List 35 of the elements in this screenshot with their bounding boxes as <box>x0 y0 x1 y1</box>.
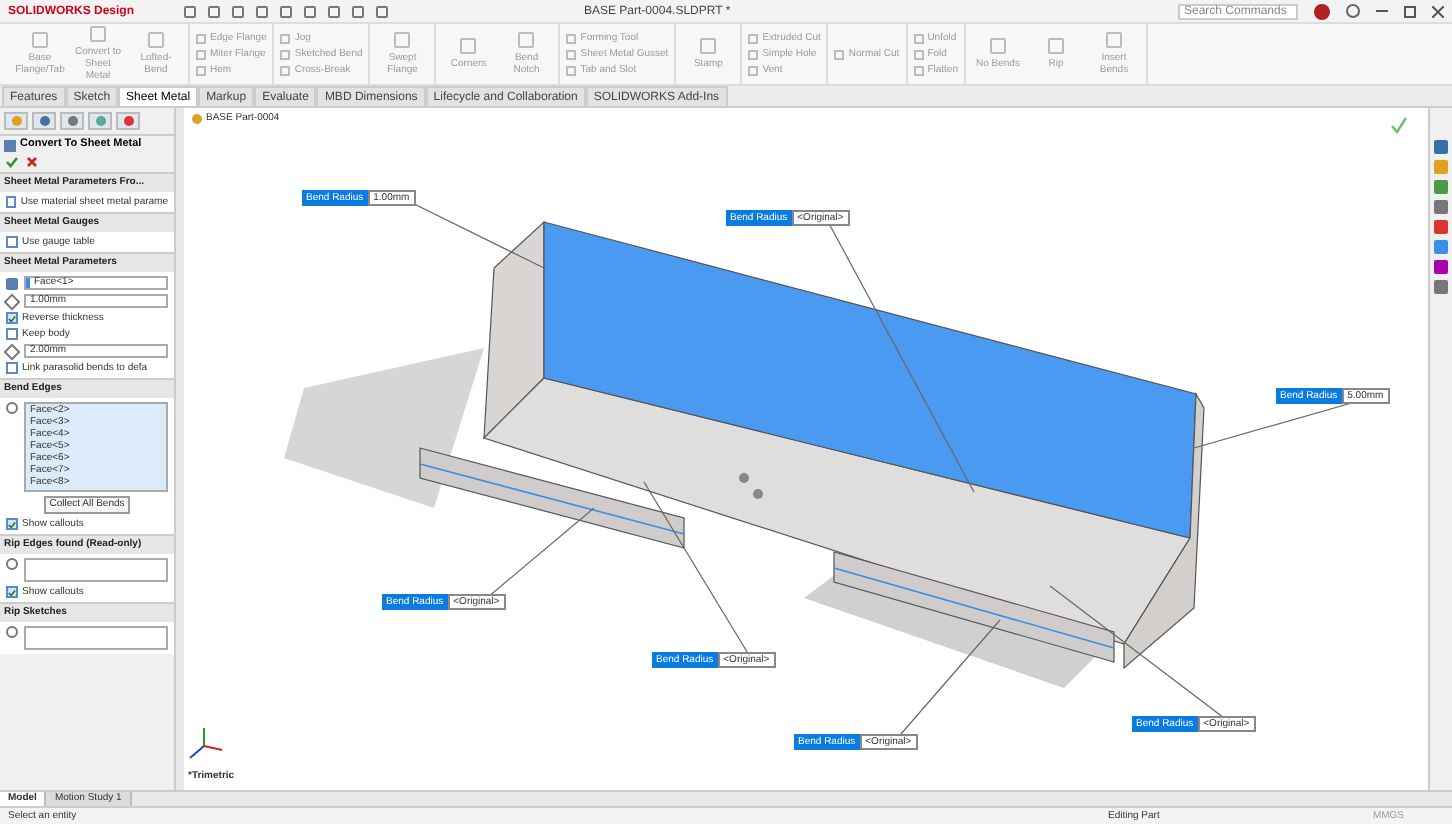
axis-triad-icon <box>188 726 224 762</box>
check-icon <box>8 587 16 597</box>
panel-tab-icon[interactable] <box>60 112 84 130</box>
tool-icon <box>148 31 164 48</box>
tool-icon <box>460 37 477 54</box>
tool-icon <box>394 31 411 48</box>
avatar[interactable] <box>1314 3 1330 19</box>
checkbox[interactable] <box>6 196 17 208</box>
checkbox[interactable] <box>6 312 18 324</box>
tool-icon <box>700 37 717 54</box>
tool-icon <box>834 49 845 59</box>
close-icon[interactable] <box>1432 5 1444 17</box>
ok-icon[interactable] <box>1390 116 1408 134</box>
ok-icon[interactable] <box>6 156 18 168</box>
checkbox[interactable] <box>6 236 18 248</box>
tool-icon <box>32 31 48 48</box>
cancel-icon[interactable] <box>26 156 38 168</box>
maximize-icon[interactable] <box>1404 5 1416 17</box>
tool-icon <box>1047 37 1064 54</box>
checkbox[interactable] <box>6 518 18 530</box>
check-icon <box>8 313 16 323</box>
selection-list[interactable] <box>24 626 168 650</box>
panel-tab-icon[interactable] <box>88 112 112 130</box>
selection-list[interactable] <box>24 558 168 582</box>
checkbox[interactable] <box>6 362 18 374</box>
tool-icon <box>518 31 535 48</box>
panel-tab-icon[interactable] <box>116 112 140 130</box>
checkbox[interactable] <box>6 586 18 598</box>
checkbox[interactable] <box>6 328 18 340</box>
tool-icon <box>989 37 1006 54</box>
panel-tab-icon[interactable] <box>32 112 56 130</box>
check-icon <box>8 519 16 529</box>
tool-icon <box>90 25 106 42</box>
tool-icon <box>1105 31 1122 48</box>
panel-tab-icon[interactable] <box>4 112 28 130</box>
